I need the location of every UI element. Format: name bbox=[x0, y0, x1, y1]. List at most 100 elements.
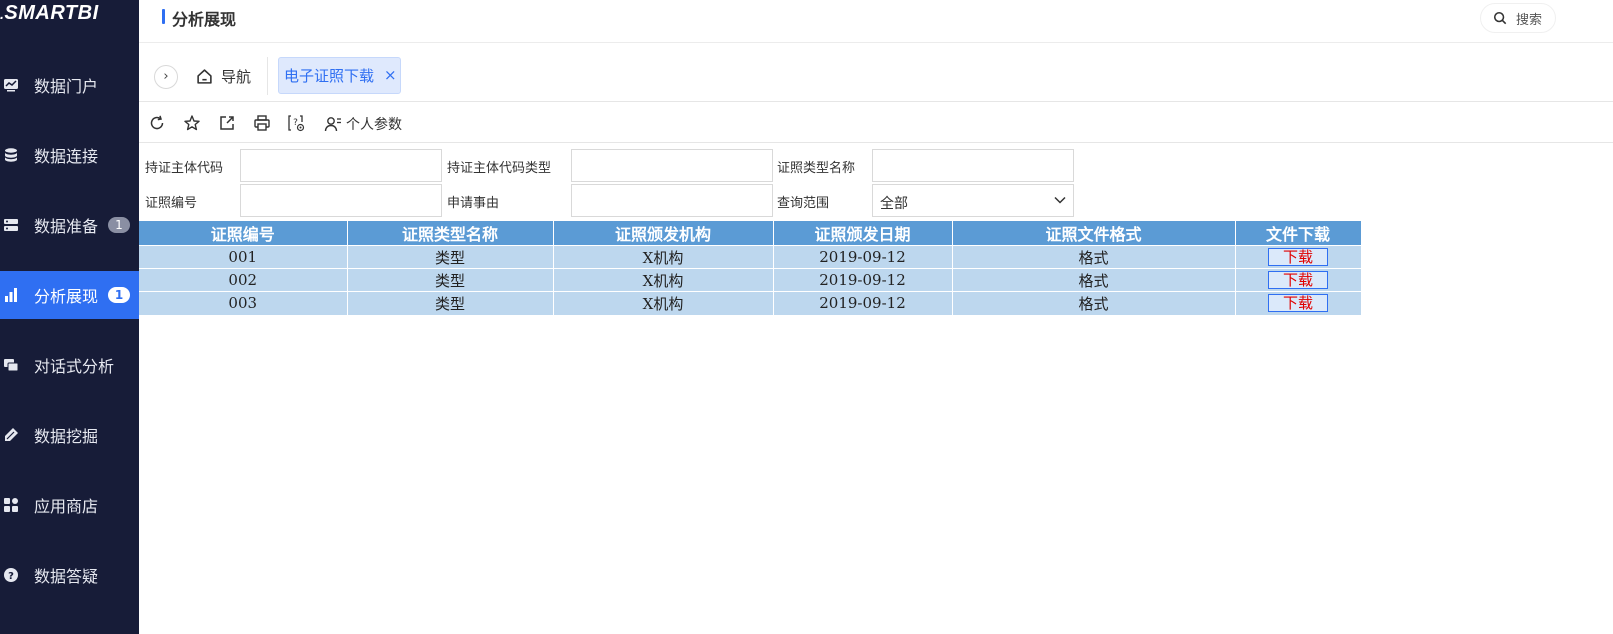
filter-label-query-scope: 查询范围 bbox=[777, 196, 830, 211]
count-badge: 1 bbox=[108, 287, 130, 303]
title-accent-bar bbox=[162, 9, 165, 24]
printer-icon bbox=[254, 115, 270, 131]
column-header: 证照文件格式 bbox=[952, 221, 1236, 246]
table-row: 003 类型 X机构 2019-09-12 格式 下载 bbox=[139, 291, 1362, 315]
table-cell: 类型 bbox=[347, 268, 554, 292]
server-icon bbox=[4, 219, 18, 231]
help-icon: ? bbox=[4, 568, 18, 582]
dashboard-icon bbox=[4, 79, 18, 92]
sidebar-item-label: 应用商店 bbox=[34, 497, 99, 516]
table-cell: 下载 bbox=[1235, 268, 1362, 292]
chevron-down-icon bbox=[1054, 196, 1066, 204]
sidebar-item-data-portal[interactable]: 数据门户 bbox=[0, 61, 139, 109]
page-title: 分析展现 bbox=[172, 10, 237, 29]
sidebar-item-label: 数据连接 bbox=[34, 147, 99, 166]
column-header: 文件下载 bbox=[1235, 221, 1362, 246]
parameter-help-button[interactable]: ? bbox=[287, 114, 305, 132]
tab-bar: › 导航 电子证照下载 × bbox=[139, 44, 1613, 102]
sidebar-item-data-connect[interactable]: 数据连接 bbox=[0, 131, 139, 179]
download-button[interactable]: 下载 bbox=[1268, 294, 1328, 313]
star-icon bbox=[184, 115, 200, 131]
svg-text:?: ? bbox=[8, 571, 14, 582]
sidebar-item-label: 分析展现 bbox=[34, 287, 99, 306]
filter-label-apply-reason: 申请事由 bbox=[447, 196, 500, 211]
table-cell: 类型 bbox=[347, 245, 554, 269]
table-cell: 类型 bbox=[347, 291, 554, 315]
download-button[interactable]: 下载 bbox=[1268, 248, 1328, 266]
filter-label-license-number: 证照编号 bbox=[145, 196, 198, 211]
refresh-icon bbox=[150, 115, 164, 130]
table-cell: 003 bbox=[139, 291, 348, 315]
help-bracket-icon: ? bbox=[288, 115, 305, 132]
pickaxe-icon bbox=[5, 428, 18, 441]
home-icon bbox=[197, 69, 212, 84]
personal-params-button[interactable]: 个人参数 bbox=[324, 114, 402, 134]
table-cell: 001 bbox=[139, 245, 348, 269]
tab-divider bbox=[267, 57, 268, 95]
filter-label-holder-code: 持证主体代码 bbox=[145, 161, 224, 176]
license-number-input[interactable] bbox=[240, 184, 442, 217]
table-cell: X机构 bbox=[553, 268, 774, 292]
apps-icon bbox=[4, 498, 18, 512]
table-cell: 下载 bbox=[1235, 245, 1362, 269]
table-cell: 2019-09-12 bbox=[773, 245, 953, 269]
table-cell: X机构 bbox=[553, 245, 774, 269]
tab-label: 导航 bbox=[221, 68, 252, 86]
sidebar-item-label: 对话式分析 bbox=[34, 357, 115, 376]
sidebar-item-label: 数据准备 bbox=[34, 217, 99, 236]
search-icon bbox=[1493, 11, 1507, 25]
column-header: 证照编号 bbox=[139, 221, 348, 246]
query-scope-value: 全部 bbox=[880, 196, 908, 212]
table-cell: 格式 bbox=[952, 268, 1236, 292]
license-table: 证照编号 证照类型名称 证照颁发机构 证照颁发日期 证照文件格式 文件下载 00… bbox=[139, 221, 1362, 315]
bar-chart-icon bbox=[5, 288, 17, 302]
search-button[interactable]: 搜索 bbox=[1480, 3, 1556, 33]
sidebar-item-data-qa[interactable]: ? 数据答疑 bbox=[0, 551, 139, 599]
database-icon bbox=[5, 148, 17, 162]
search-label: 搜索 bbox=[1516, 12, 1543, 28]
favorite-button[interactable] bbox=[183, 114, 201, 132]
tab-license-download[interactable]: 电子证照下载 × bbox=[278, 57, 401, 94]
holder-code-type-input[interactable] bbox=[571, 149, 773, 182]
table-header-row: 证照编号 证照类型名称 证照颁发机构 证照颁发日期 证照文件格式 文件下载 bbox=[139, 221, 1362, 246]
sidebar-item-data-prep[interactable]: 数据准备 1 bbox=[0, 201, 139, 249]
close-icon[interactable]: × bbox=[384, 66, 397, 84]
print-button[interactable] bbox=[253, 114, 271, 132]
refresh-button[interactable] bbox=[148, 114, 166, 132]
apply-reason-input[interactable] bbox=[571, 184, 773, 217]
sidebar-item-label: 数据答疑 bbox=[34, 567, 99, 586]
sidebar-item-conversational[interactable]: 对话式分析 bbox=[0, 341, 139, 389]
user-settings-icon bbox=[324, 117, 341, 132]
logo: .SMARTBI bbox=[0, 2, 99, 24]
open-new-window-button[interactable] bbox=[218, 114, 236, 132]
filter-label-license-type-name: 证照类型名称 bbox=[777, 161, 856, 176]
personal-params-label: 个人参数 bbox=[346, 117, 402, 133]
query-scope-select[interactable]: 全部 bbox=[872, 184, 1074, 217]
tab-label: 电子证照下载 bbox=[284, 67, 375, 85]
report-toolbar: ? 个人参数 bbox=[139, 103, 1613, 143]
table-cell: 下载 bbox=[1235, 291, 1362, 315]
app-root: .SMARTBI 数据门户 数据连接 数据准备 1 分析展现 1 对话式分析 数… bbox=[0, 0, 1613, 634]
sidebar-item-label: 数据挖掘 bbox=[34, 427, 99, 446]
column-header: 证照颁发日期 bbox=[773, 221, 953, 246]
table-cell: X机构 bbox=[553, 291, 774, 315]
external-link-icon bbox=[220, 116, 234, 130]
count-badge: 1 bbox=[108, 217, 130, 233]
chat-icon bbox=[4, 359, 19, 372]
holder-code-input[interactable] bbox=[240, 149, 442, 182]
sidebar-item-data-mining[interactable]: 数据挖掘 bbox=[0, 411, 139, 459]
license-type-name-input[interactable] bbox=[872, 149, 1074, 182]
table-cell: 格式 bbox=[952, 291, 1236, 315]
column-header: 证照颁发机构 bbox=[553, 221, 774, 246]
table-cell: 2019-09-12 bbox=[773, 268, 953, 292]
sidebar-item-app-store[interactable]: 应用商店 bbox=[0, 481, 139, 529]
table-row: 001 类型 X机构 2019-09-12 格式 下载 bbox=[139, 245, 1362, 269]
expand-nav-button[interactable]: › bbox=[154, 65, 178, 89]
sidebar-item-analysis[interactable]: 分析展现 1 bbox=[0, 271, 139, 319]
sidebar-item-label: 数据门户 bbox=[34, 77, 99, 96]
tab-navigation[interactable]: 导航 bbox=[196, 66, 251, 87]
download-button[interactable]: 下载 bbox=[1268, 271, 1328, 289]
table-cell: 格式 bbox=[952, 245, 1236, 269]
table-cell: 002 bbox=[139, 268, 348, 292]
filter-label-holder-code-type: 持证主体代码类型 bbox=[447, 161, 552, 176]
